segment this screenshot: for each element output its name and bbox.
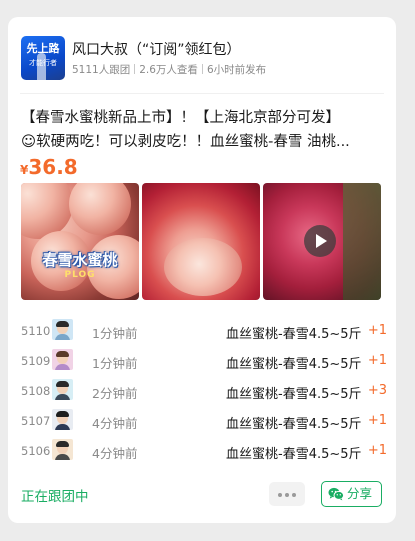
order-product: 血丝蜜桃-春雪4.5~5斤 [226,327,362,342]
order-number: 5109 [21,354,51,368]
order-time: 1分钟前 [92,356,138,371]
peach-shape [69,183,131,235]
header-divider [20,93,384,94]
view-count: 2.6万人查看 [139,64,198,76]
author-name[interactable]: 风口大叔（“订阅”领红包） [72,39,241,59]
post-title-line: ☺软硬两吃！可以剥皮吃！！血丝蜜桃-春雪 油桃... [21,134,350,150]
price-value: 36.8 [28,155,78,179]
order-quantity: +1 [367,443,387,458]
author-header[interactable]: 先上路 才能行者 风口大叔（“订阅”领红包） 5111人跟团 2.6万人查看 6小时… [21,34,386,82]
following-status[interactable]: 正在跟团中 [21,485,89,505]
avatar-subtext: 才能行者 [29,59,57,67]
image-caption: 春雪水蜜桃 [42,251,118,269]
post-title-line: 【春雪水蜜桃新品上市】！【上海北京部分可发】 [21,110,340,126]
order-row[interactable]: 5108 2分钟前 血丝蜜桃-春雪4.5~5斤 +3 [21,379,387,405]
order-row[interactable]: 5106 4分钟前 血丝蜜桃-春雪4.5~5斤 +1 [21,439,387,465]
more-dots-icon [292,493,296,497]
order-row[interactable]: 5110 1分钟前 血丝蜜桃-春雪4.5~5斤 +1 [21,319,387,345]
group-buy-card[interactable]: 先上路 才能行者 风口大叔（“订阅”领红包） 5111人跟团 2.6万人查看 6小时… [8,17,396,523]
buyer-avatar [52,409,73,430]
order-quantity: +3 [367,383,387,398]
share-button[interactable]: 分享 [321,481,382,507]
meta-divider [134,64,136,74]
order-time: 4分钟前 [92,416,138,431]
product-image-2[interactable] [142,183,260,300]
order-product: 血丝蜜桃-春雪4.5~5斤 [226,417,362,432]
follower-count: 5111人跟团 [72,64,131,76]
avatar-text: 先上路 [26,42,60,55]
order-number: 5110 [21,324,51,338]
buyer-avatar [52,439,73,460]
order-quantity: +1 [367,323,387,338]
order-row[interactable]: 5109 1分钟前 血丝蜜桃-春雪4.5~5斤 +1 [21,349,387,375]
meta-divider [201,64,203,74]
image-tag: PLOG [64,270,96,280]
order-number: 5107 [21,414,51,428]
more-button[interactable] [269,482,305,506]
order-time: 2分钟前 [92,386,138,401]
product-video-thumbnail[interactable] [263,183,381,300]
order-product: 血丝蜜桃-春雪4.5~5斤 [226,357,362,372]
post-time: 6小时前发布 [206,64,267,76]
buyer-avatar [52,349,73,370]
price: ¥36.8 [20,155,78,179]
order-product: 血丝蜜桃-春雪4.5~5斤 [226,387,362,402]
more-dots-icon [278,493,282,497]
more-dots-icon [285,493,289,497]
post-title[interactable]: 【春雪水蜜桃新品上市】！【上海北京部分可发】 ☺软硬两吃！可以剥皮吃！！血丝蜜桃… [21,106,371,154]
order-number: 5106 [21,444,51,458]
order-product: 血丝蜜桃-春雪4.5~5斤 [226,447,362,462]
order-quantity: +1 [367,353,387,368]
author-avatar[interactable]: 先上路 才能行者 [21,36,65,80]
order-time: 4分钟前 [92,446,138,461]
leaf-shape [343,183,381,300]
wechat-icon [328,487,344,501]
order-quantity: +1 [367,413,387,428]
order-row[interactable]: 5107 4分钟前 血丝蜜桃-春雪4.5~5斤 +1 [21,409,387,435]
author-stats: 5111人跟团 2.6万人查看 6小时前发布 [72,62,266,77]
share-label: 分享 [347,486,373,501]
play-icon[interactable] [304,225,336,257]
buyer-avatar [52,379,73,400]
order-number: 5108 [21,384,51,398]
product-image-1[interactable]: 春雪水蜜桃 PLOG [21,183,139,300]
buyer-avatar [52,319,73,340]
order-time: 1分钟前 [92,326,138,341]
peach-flesh-shape [164,238,242,296]
